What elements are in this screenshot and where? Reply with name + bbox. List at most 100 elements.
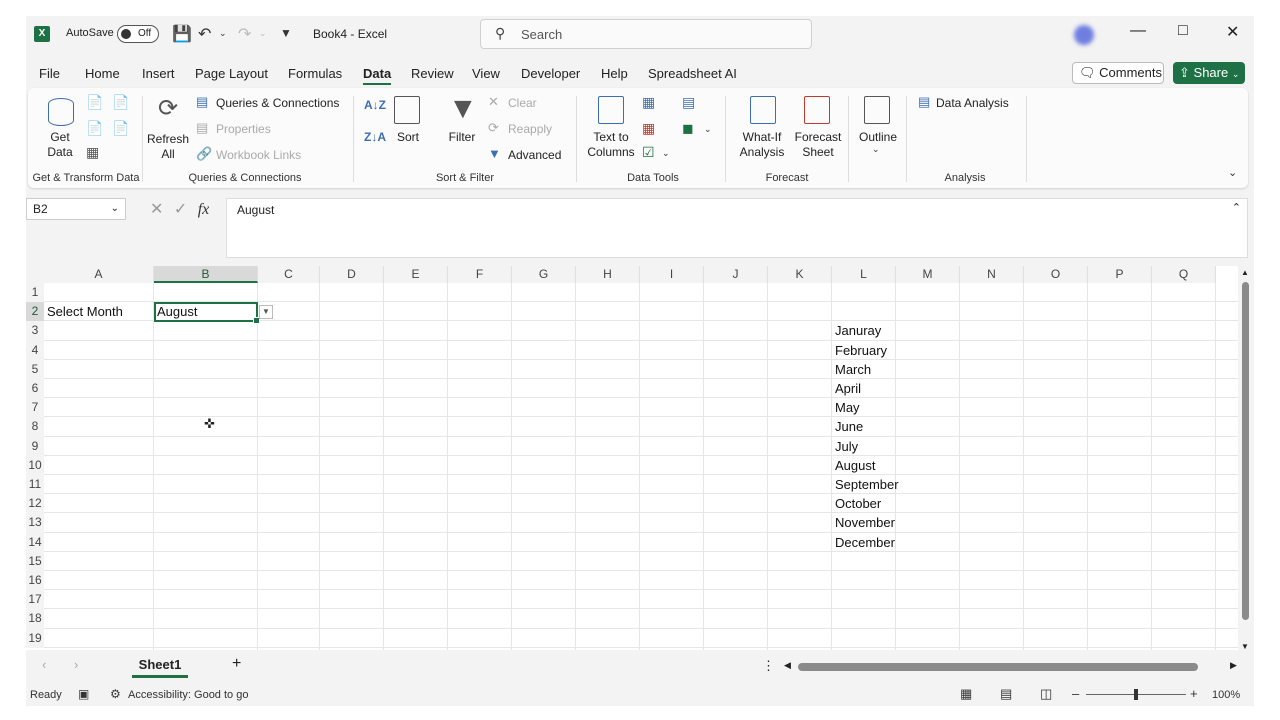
data-validation-dropdown-icon[interactable]: ⌄ xyxy=(662,148,670,159)
column-header-m[interactable]: M xyxy=(896,266,960,283)
vertical-scroll-thumb[interactable] xyxy=(1242,282,1249,620)
horizontal-scrollbar[interactable]: ◀ ▶ xyxy=(784,660,1244,671)
accessibility-status[interactable]: Accessibility: Good to go xyxy=(128,689,248,701)
row-header-17[interactable]: 17 xyxy=(26,590,44,610)
scroll-left-icon[interactable]: ◀ xyxy=(784,660,791,671)
column-header-h[interactable]: H xyxy=(576,266,640,283)
filter-button[interactable]: Filter xyxy=(440,130,484,145)
cell-l6[interactable]: April xyxy=(835,381,861,396)
scroll-right-icon[interactable]: ▶ xyxy=(1230,660,1237,671)
row-header-2[interactable]: 2 xyxy=(26,302,44,322)
row-header-15[interactable]: 15 xyxy=(26,551,44,571)
name-box[interactable]: B2 ⌄ xyxy=(26,198,126,220)
zoom-in-icon[interactable]: + xyxy=(1190,686,1198,701)
undo-icon[interactable]: ↶ xyxy=(198,24,211,44)
row-header-13[interactable]: 13 xyxy=(26,513,44,533)
cell-l7[interactable]: May xyxy=(835,400,860,415)
zoom-slider[interactable] xyxy=(1086,689,1186,700)
cell-l4[interactable]: February xyxy=(835,343,887,358)
row-header-12[interactable]: 12 xyxy=(26,494,44,514)
row-header-11[interactable]: 11 xyxy=(26,475,44,495)
column-header-f[interactable]: F xyxy=(448,266,512,283)
column-header-k[interactable]: K xyxy=(768,266,832,283)
vertical-scrollbar[interactable]: ▲ ▼ xyxy=(1240,268,1252,652)
column-header-n[interactable]: N xyxy=(960,266,1024,283)
queries-connections-button[interactable]: Queries & Connections xyxy=(216,96,339,111)
tab-file[interactable]: File xyxy=(39,66,60,81)
zoom-slider-thumb[interactable] xyxy=(1134,689,1138,700)
cell-l13[interactable]: November xyxy=(835,515,895,530)
close-icon[interactable]: ✕ xyxy=(1226,22,1239,42)
macro-record-icon[interactable]: ▣ xyxy=(78,687,89,701)
column-header-a[interactable]: A xyxy=(44,266,154,283)
undo-dropdown-icon[interactable]: ⌄ xyxy=(219,28,227,39)
cell-a2[interactable]: Select Month xyxy=(47,304,123,319)
consolidate-icon[interactable]: ▤ xyxy=(682,94,695,111)
row-header-19[interactable]: 19 xyxy=(26,628,44,648)
avatar[interactable] xyxy=(1074,25,1094,45)
enter-icon[interactable]: ✓ xyxy=(174,201,187,218)
cell-l8[interactable]: June xyxy=(835,419,863,434)
row-header-7[interactable]: 7 xyxy=(26,398,44,418)
tab-formulas[interactable]: Formulas xyxy=(288,66,342,81)
outline-dropdown-icon[interactable]: ⌄ xyxy=(872,144,880,155)
cell-l10[interactable]: August xyxy=(835,458,875,473)
sort-button[interactable]: Sort xyxy=(390,130,426,145)
tab-view[interactable]: View xyxy=(472,66,500,81)
cell-l9[interactable]: July xyxy=(835,439,858,454)
expand-formula-bar-icon[interactable]: ⌃ xyxy=(1232,201,1241,214)
cell-b2[interactable]: August xyxy=(157,304,197,319)
scroll-down-icon[interactable]: ▼ xyxy=(1241,642,1249,651)
save-icon[interactable]: 💾 xyxy=(172,24,192,44)
tab-review[interactable]: Review xyxy=(411,66,454,81)
collapse-ribbon-icon[interactable]: ⌄ xyxy=(1228,166,1237,179)
remove-duplicates-icon[interactable]: ▦ xyxy=(642,120,655,137)
column-header-o[interactable]: O xyxy=(1024,266,1088,283)
refresh-all-button[interactable]: Refresh All xyxy=(146,132,190,162)
from-text-icon[interactable]: 📄 xyxy=(86,94,103,111)
advanced-button[interactable]: Advanced xyxy=(508,148,561,163)
text-to-columns-button[interactable]: Text to Columns xyxy=(584,130,638,160)
existing-connections-icon[interactable]: ▦ xyxy=(86,144,99,161)
select-all-corner[interactable] xyxy=(26,266,44,283)
prev-sheet-icon[interactable]: ‹ xyxy=(42,657,46,672)
cell-l12[interactable]: October xyxy=(835,496,881,511)
normal-view-icon[interactable]: ▦ xyxy=(960,686,972,702)
from-web-icon[interactable]: 📄 xyxy=(112,94,129,111)
formula-input[interactable]: August ⌃ xyxy=(226,198,1248,258)
column-header-d[interactable]: D xyxy=(320,266,384,283)
zoom-level[interactable]: 100% xyxy=(1212,689,1240,701)
recent-sources-icon[interactable]: 📄 xyxy=(112,120,129,137)
name-box-dropdown-icon[interactable]: ⌄ xyxy=(111,199,119,219)
row-header-1[interactable]: 1 xyxy=(26,283,44,303)
data-analysis-button[interactable]: Data Analysis xyxy=(936,96,1009,111)
column-header-p[interactable]: P xyxy=(1088,266,1152,283)
row-header-3[interactable]: 3 xyxy=(26,321,44,341)
page-break-view-icon[interactable]: ◫ xyxy=(1040,686,1052,702)
tab-spreadsheet-ai[interactable]: Spreadsheet AI xyxy=(648,66,737,81)
properties-button[interactable]: Properties xyxy=(216,122,271,137)
zoom-out-icon[interactable]: – xyxy=(1072,686,1079,701)
search-box[interactable]: ⚲ Search xyxy=(480,19,812,49)
sort-za-icon[interactable]: Z↓A xyxy=(364,130,386,144)
data-model-dropdown-icon[interactable]: ⌄ xyxy=(704,124,712,135)
cell-l5[interactable]: March xyxy=(835,362,871,377)
reapply-button[interactable]: Reapply xyxy=(508,122,552,137)
row-header-10[interactable]: 10 xyxy=(26,455,44,475)
redo-dropdown-icon[interactable]: ⌄ xyxy=(259,28,267,39)
tab-help[interactable]: Help xyxy=(601,66,628,81)
column-header-c[interactable]: C xyxy=(258,266,320,283)
share-button[interactable]: ⇪ Share ⌄ xyxy=(1173,62,1245,84)
row-header-16[interactable]: 16 xyxy=(26,571,44,591)
get-data-button[interactable]: Get Data xyxy=(38,130,82,160)
column-header-l[interactable]: L xyxy=(832,266,896,283)
accessibility-icon[interactable]: ⚙ xyxy=(110,687,121,701)
flash-fill-icon[interactable]: ▦ xyxy=(642,94,655,111)
forecast-sheet-button[interactable]: Forecast Sheet xyxy=(792,130,844,160)
next-sheet-icon[interactable]: › xyxy=(74,657,78,672)
data-model-icon[interactable]: ◼ xyxy=(682,120,694,137)
tab-developer[interactable]: Developer xyxy=(521,66,580,81)
workbook-links-button[interactable]: Workbook Links xyxy=(216,148,301,163)
cell-l11[interactable]: September xyxy=(835,477,899,492)
horizontal-scroll-thumb[interactable] xyxy=(798,663,1198,671)
